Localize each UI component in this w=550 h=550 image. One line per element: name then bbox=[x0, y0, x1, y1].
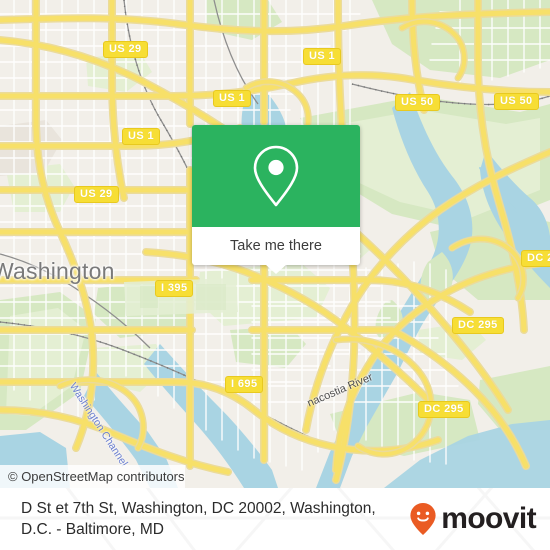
footer-bar: D St et 7th St, Washington, DC 20002, Wa… bbox=[0, 488, 550, 550]
route-shield: US 1 bbox=[213, 90, 252, 107]
route-shield: US 1 bbox=[303, 48, 342, 65]
map-place-label-washington: Washington bbox=[0, 258, 115, 284]
moovit-smiley-pin-icon bbox=[410, 503, 436, 535]
callout-cta-bar[interactable]: Take me there bbox=[192, 227, 360, 274]
moovit-wordmark: moovit bbox=[441, 502, 536, 535]
callout-tail bbox=[265, 264, 287, 274]
route-shield: US 29 bbox=[74, 186, 119, 203]
osm-attribution[interactable]: © OpenStreetMap contributors bbox=[0, 465, 185, 488]
osm-attribution-text: © OpenStreetMap contributors bbox=[8, 469, 185, 484]
screenshot-root: .w { fill:#A9D4E3; } .wl { stroke:#A9D4E… bbox=[0, 0, 550, 550]
route-shield: US 29 bbox=[103, 41, 148, 58]
moovit-logo[interactable]: moovit bbox=[409, 502, 537, 536]
route-shield: DC 295 bbox=[452, 317, 504, 334]
location-pin-icon bbox=[253, 145, 299, 207]
location-title: D St et 7th St, Washington, DC 20002, Wa… bbox=[21, 500, 376, 538]
route-shield: DC 295 bbox=[521, 250, 550, 267]
take-me-there-label: Take me there bbox=[230, 238, 322, 254]
route-shield: DC 295 bbox=[418, 401, 470, 418]
route-shield: I 695 bbox=[225, 376, 264, 393]
route-shield: US 50 bbox=[494, 93, 539, 110]
route-shield: US 50 bbox=[395, 94, 440, 111]
footer-content: D St et 7th St, Washington, DC 20002, Wa… bbox=[0, 488, 550, 550]
route-shield: US 1 bbox=[122, 128, 161, 145]
callout-icon-area bbox=[192, 125, 360, 227]
map-canvas[interactable]: .w { fill:#A9D4E3; } .wl { stroke:#A9D4E… bbox=[0, 0, 550, 488]
location-callout-card[interactable]: Take me there bbox=[192, 125, 360, 274]
route-shield: I 395 bbox=[155, 280, 194, 297]
